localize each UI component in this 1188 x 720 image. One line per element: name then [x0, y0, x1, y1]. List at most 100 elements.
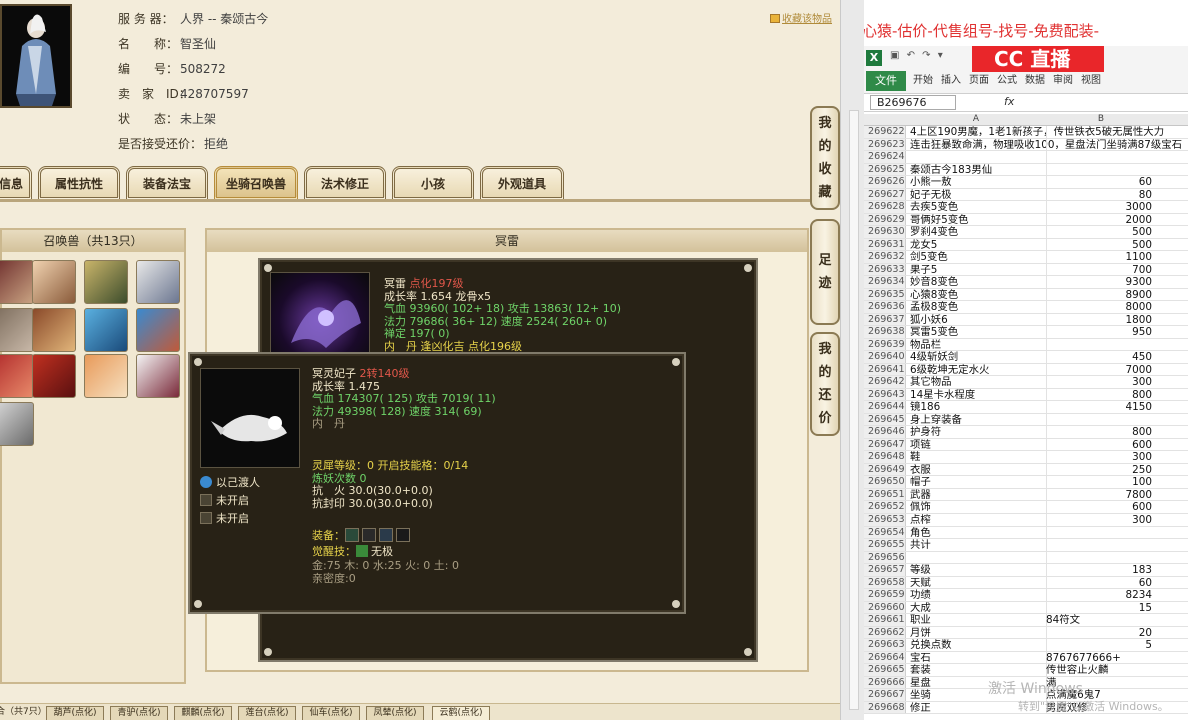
equip-slot-1-icon[interactable] [345, 528, 359, 542]
cell-b[interactable]: 600 [1046, 501, 1152, 513]
cell-a[interactable]: 孟极8变色 [910, 301, 958, 313]
row-number[interactable]: 269624 [864, 151, 906, 163]
sheet-row[interactable]: 269649 衣服 250 [864, 463, 1188, 477]
name-box[interactable]: B269676 [870, 95, 956, 110]
pet-thumb-1[interactable] [0, 260, 34, 304]
row-number[interactable]: 269649 [864, 463, 906, 476]
sheet-row[interactable]: 269627 妃子无极 80 [864, 188, 1188, 202]
cell-a[interactable]: 果子5 [910, 264, 937, 276]
sheet-row[interactable]: 269628 去疾5变色 3000 [864, 201, 1188, 214]
row-number[interactable]: 269667 [864, 689, 906, 701]
cell-b[interactable]: 700 [1046, 264, 1152, 276]
tab-formula[interactable]: 公式 [994, 71, 1020, 91]
row-number[interactable]: 269655 [864, 539, 906, 551]
tab-appearance[interactable]: 外观道具 [480, 166, 564, 200]
row-number[interactable]: 269664 [864, 651, 906, 664]
row-number[interactable]: 269663 [864, 639, 906, 651]
mount-tab-6[interactable]: 凤辇(点化) [366, 706, 424, 720]
cell-a[interactable]: 鞋 [910, 451, 920, 463]
cell-b[interactable]: 7800 [1046, 489, 1152, 501]
equip-slot-4-icon[interactable] [396, 528, 410, 542]
cell-a[interactable]: 职业 [910, 614, 931, 626]
row-number[interactable]: 269653 [864, 513, 906, 526]
sheet-row[interactable]: 269653 点榨 300 [864, 513, 1188, 527]
cell-a[interactable]: 4上区190男魔，1老1新孩子，传世铁衣5破无属性大力 [910, 126, 1164, 138]
cell-b[interactable]: 1100 [1046, 251, 1152, 263]
cell-a[interactable]: 身上穿装备 [910, 414, 962, 426]
tab-equipment[interactable]: 装备法宝 [126, 166, 208, 200]
cell-b[interactable]: 1800 [1046, 314, 1152, 326]
row-number[interactable]: 269627 [864, 188, 906, 201]
sheet-row[interactable]: 269634 妙音8变色 9300 [864, 276, 1188, 289]
pet-thumb-8[interactable] [136, 308, 180, 352]
mount-tab-4[interactable]: 莲台(点化) [238, 706, 296, 720]
cell-a[interactable]: 宝石 [910, 652, 931, 664]
mount-tab-1[interactable]: 葫芦(点化) [46, 706, 104, 720]
cell-a[interactable]: 6级乾坤无定水火 [910, 364, 989, 376]
scrollbar[interactable] [849, 110, 859, 710]
cell-a[interactable]: 佩饰 [910, 501, 931, 513]
cell-a[interactable]: 护身符 [910, 426, 941, 438]
cell-a[interactable]: 角色 [910, 527, 931, 539]
cell-b[interactable]: 800 [1046, 426, 1152, 438]
pet-thumb-10[interactable] [32, 354, 76, 398]
cell-a[interactable]: 秦颂古今183男仙 [910, 164, 992, 176]
row-number[interactable]: 269638 [864, 326, 906, 338]
sheet-row[interactable]: 269657 等级 183 [864, 564, 1188, 577]
sheet-row[interactable]: 269631 龙女5 500 [864, 238, 1188, 252]
sheet-row[interactable]: 269646 护身符 800 [864, 426, 1188, 439]
sheet-row[interactable]: 269624 [864, 151, 1188, 164]
row-number[interactable]: 269631 [864, 238, 906, 251]
pet-thumb-4[interactable] [136, 260, 180, 304]
cell-b[interactable]: 8900 [1046, 289, 1152, 301]
row-number[interactable]: 269637 [864, 313, 906, 326]
row-number[interactable]: 269639 [864, 338, 906, 351]
cell-a[interactable]: 套装 [910, 664, 931, 676]
sheet-row[interactable]: 269630 罗刹4变色 500 [864, 226, 1188, 239]
row-number[interactable]: 269659 [864, 589, 906, 601]
cell-a[interactable]: 心猿8变色 [910, 289, 958, 301]
row-number[interactable]: 269652 [864, 501, 906, 513]
cell-b[interactable]: 15 [1046, 602, 1152, 614]
sheet-row[interactable]: 269656 [864, 551, 1188, 565]
my-favorites-button[interactable]: 我的收藏 [810, 106, 840, 210]
sheet-row[interactable]: 269637 狐小妖6 1800 [864, 313, 1188, 327]
mount-tab-2[interactable]: 青驴(点化) [110, 706, 168, 720]
row-number[interactable]: 269656 [864, 551, 906, 564]
row-number[interactable]: 269644 [864, 401, 906, 413]
cell-a[interactable]: 修正 [910, 702, 931, 714]
cell-a[interactable]: 其它物品 [910, 376, 952, 388]
row-number[interactable]: 269665 [864, 664, 906, 676]
sheet-row[interactable]: 269655 共计 [864, 539, 1188, 552]
sheet-row[interactable]: 269643 14星卡水程度 800 [864, 388, 1188, 402]
tab-home[interactable]: 开始 [910, 71, 936, 91]
sheet-row[interactable]: 269641 6级乾坤无定水火 7000 [864, 363, 1188, 377]
row-number[interactable]: 269629 [864, 213, 906, 226]
row-number[interactable]: 269633 [864, 263, 906, 276]
row-number[interactable]: 269622 [864, 126, 906, 138]
row-number[interactable]: 269658 [864, 576, 906, 589]
tab-insert[interactable]: 插入 [938, 71, 964, 91]
sheet-row[interactable]: 269626 小熊一敖 60 [864, 176, 1188, 189]
cell-b[interactable]: 300 [1046, 376, 1152, 388]
row-number[interactable]: 269645 [864, 413, 906, 426]
cell-b[interactable]: 5 [1046, 639, 1152, 651]
sheet-row[interactable]: 269662 月饼 20 [864, 626, 1188, 640]
cell-b[interactable]: 500 [1046, 239, 1152, 251]
mount-tab-3[interactable]: 麒麟(点化) [174, 706, 232, 720]
tab-info[interactable]: 信息 [0, 166, 32, 200]
sheet-row[interactable]: 269665 套装 传世容止火麟 [864, 664, 1188, 677]
cell-a[interactable]: 兑换点数 [910, 639, 952, 651]
sheet-row[interactable]: 269661 职业 84符文 [864, 614, 1188, 627]
cell-a[interactable]: 小熊一敖 [910, 176, 952, 188]
cell-b[interactable]: 4150 [1046, 401, 1152, 413]
cell-b[interactable]: 300 [1046, 451, 1152, 463]
cell-b[interactable]: 84符文 [1046, 614, 1152, 626]
sheet-row[interactable]: 269633 果子5 700 [864, 263, 1188, 277]
cell-b[interactable]: 500 [1046, 226, 1152, 238]
equip-slot-3-icon[interactable] [379, 528, 393, 542]
cell-b[interactable]: 800 [1046, 389, 1152, 401]
sheet-row[interactable]: 269650 帽子 100 [864, 476, 1188, 489]
sheet-row[interactable]: 269640 4级斩妖剑 450 [864, 351, 1188, 364]
row-number[interactable]: 269661 [864, 614, 906, 626]
